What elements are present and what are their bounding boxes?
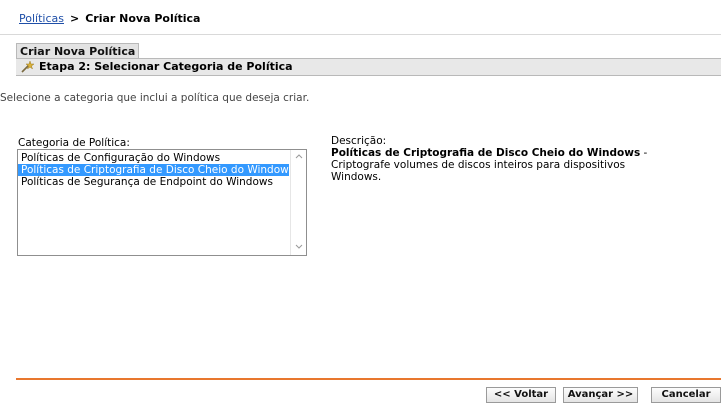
breadcrumb-separator: > [69, 12, 80, 25]
next-button[interactable]: Avançar >> [563, 387, 638, 403]
breadcrumb: Políticas > Criar Nova Política [19, 12, 200, 25]
wizard-wand-icon [20, 60, 35, 74]
cancel-button[interactable]: Cancelar [651, 387, 721, 403]
description-body: Políticas de Criptografia de Disco Cheio… [331, 147, 651, 183]
description-text: Criptografe volumes de discos inteiros p… [331, 159, 626, 183]
description-title: Políticas de Criptografia de Disco Cheio… [331, 147, 641, 159]
category-listbox[interactable]: Políticas de Configuração do Windows Pol… [17, 149, 307, 256]
header-divider [0, 34, 721, 35]
listbox-scrollbar[interactable] [290, 150, 306, 255]
category-label: Categoria de Política: [18, 137, 130, 149]
category-option-seguranca[interactable]: Políticas de Segurança de Endpoint do Wi… [18, 176, 289, 188]
breadcrumb-current: Criar Nova Política [85, 12, 201, 25]
category-option-configuracao[interactable]: Políticas de Configuração do Windows [18, 152, 289, 164]
instructions-text: Selecione a categoria que inclui a polít… [0, 92, 310, 104]
tab-criar-nova-politica[interactable]: Criar Nova Política [16, 43, 139, 59]
description-label: Descrição: [331, 135, 387, 147]
description-dash: - [640, 147, 648, 159]
scroll-up-icon[interactable] [295, 153, 303, 161]
breadcrumb-link-politicas[interactable]: Políticas [19, 12, 64, 25]
back-button[interactable]: << Voltar [486, 387, 556, 403]
footer-divider [16, 378, 721, 380]
step-title: Etapa 2: Selecionar Categoria de Polític… [39, 60, 293, 73]
scroll-down-icon[interactable] [295, 244, 303, 252]
step-header: Etapa 2: Selecionar Categoria de Polític… [16, 59, 721, 76]
category-option-criptografia[interactable]: Políticas de Criptografia de Disco Cheio… [18, 164, 294, 176]
